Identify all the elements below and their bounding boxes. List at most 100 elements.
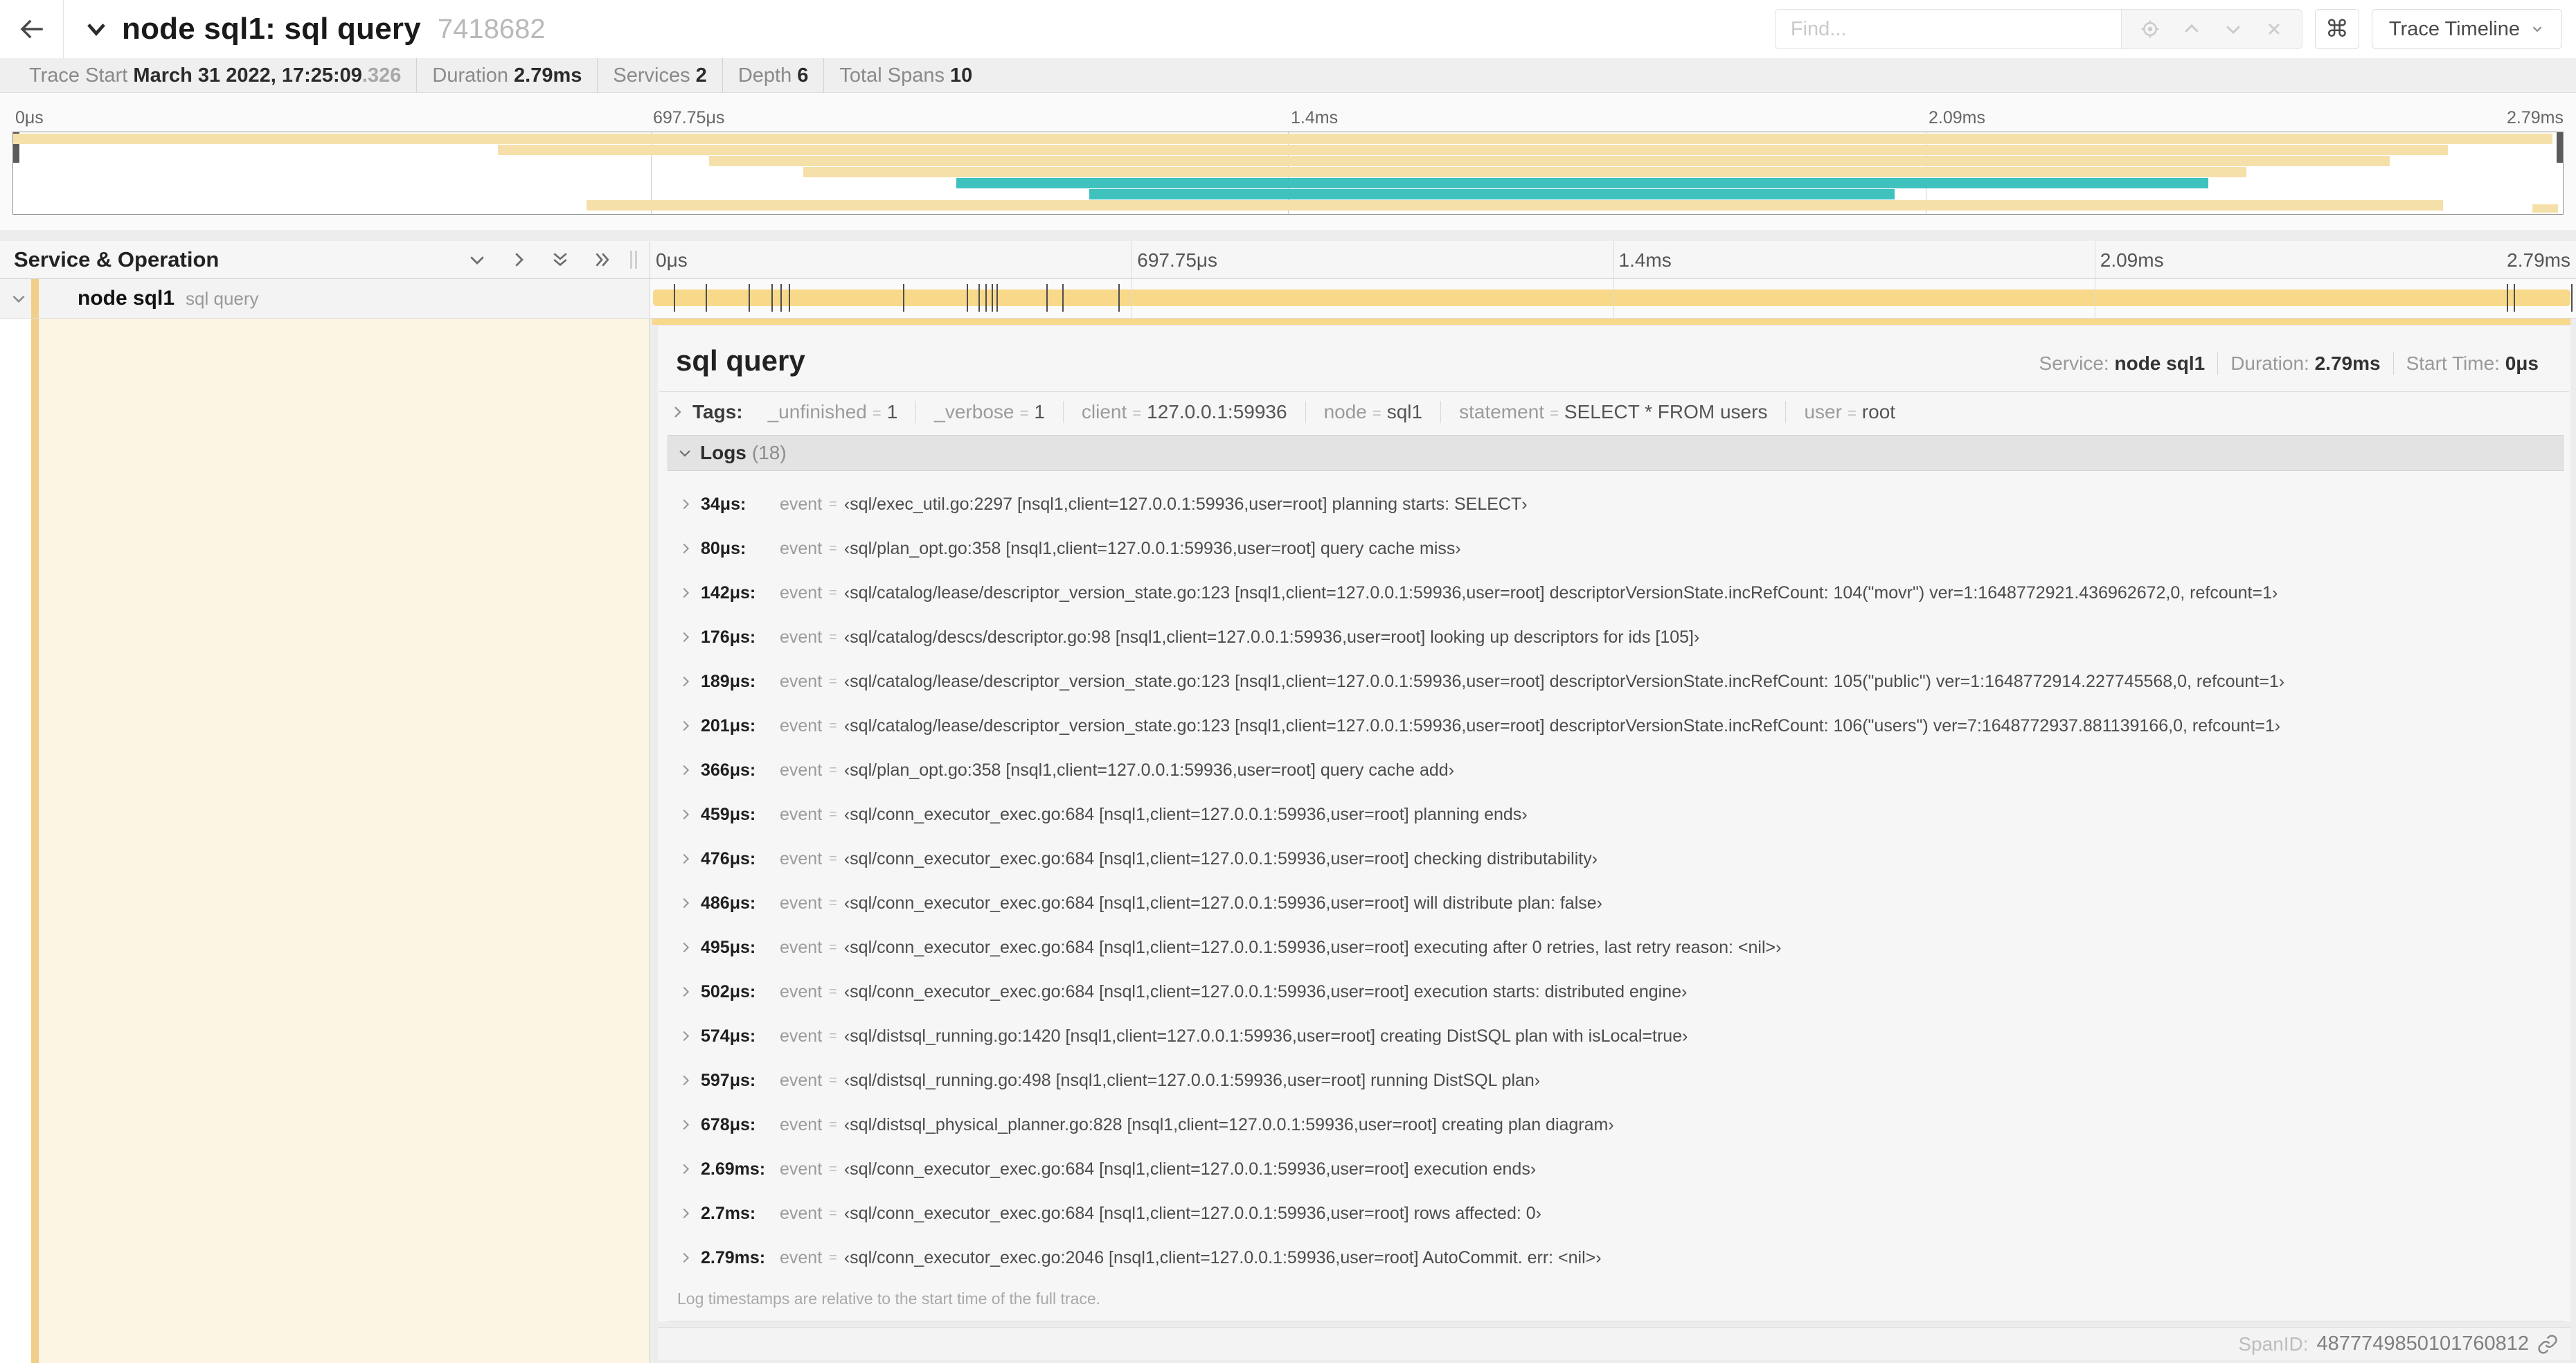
link-icon[interactable] <box>2537 1334 2558 1355</box>
log-row[interactable]: 678μs: event = ‹sql/distsql_physical_pla… <box>670 1103 2564 1147</box>
logs-toggle-row[interactable]: Logs (18) <box>668 435 2564 471</box>
chevron-right-icon <box>670 1028 701 1044</box>
span-detail-header: sql query Service: node sql1 Duration: 2.… <box>658 326 2570 391</box>
log-row[interactable]: 201μs: event = ‹sql/catalog/lease/descri… <box>670 704 2564 748</box>
minimap-canvas[interactable] <box>12 132 2564 215</box>
log-row[interactable]: 459μs: event = ‹sql/conn_executor_exec.g… <box>670 792 2564 837</box>
tag-chip: _verbose = 1 <box>915 401 1063 423</box>
log-row[interactable]: 34μs: event = ‹sql/exec_util.go:2297 [ns… <box>670 482 2564 526</box>
log-field-value: ‹sql/exec_util.go:2297 [nsql1,client=127… <box>843 494 1528 514</box>
log-field-value: ‹sql/conn_executor_exec.go:684 [nsql1,cl… <box>843 1203 1542 1223</box>
clear-search-icon[interactable] <box>2264 19 2284 39</box>
summary-item: Trace Start March 31 2022, 17:25:09.326 <box>29 64 402 87</box>
equals-sign: = <box>1019 404 1029 422</box>
log-row[interactable]: 574μs: event = ‹sql/distsql_running.go:1… <box>670 1014 2564 1058</box>
span-row-track[interactable] <box>650 279 2576 318</box>
log-row[interactable]: 189μs: event = ‹sql/catalog/lease/descri… <box>670 659 2564 704</box>
log-row[interactable]: 142μs: event = ‹sql/catalog/lease/descri… <box>670 571 2564 615</box>
log-marker-tick <box>780 284 782 312</box>
log-marker-tick <box>789 284 791 312</box>
log-field-value: ‹sql/conn_executor_exec.go:684 [nsql1,cl… <box>843 981 1688 1001</box>
log-row[interactable]: 366μs: event = ‹sql/plan_opt.go:358 [nsq… <box>670 748 2564 792</box>
log-row[interactable]: 495μs: event = ‹sql/conn_executor_exec.g… <box>670 925 2564 970</box>
log-field-key: event <box>780 1159 823 1179</box>
span-row[interactable]: node sql1 sql query <box>0 279 2576 319</box>
log-field-value: ‹sql/conn_executor_exec.go:2046 [nsql1,c… <box>843 1247 1602 1267</box>
log-timestamp: 597μs: <box>701 1070 756 1090</box>
trace-view-dropdown[interactable]: Trace Timeline <box>2371 9 2562 49</box>
log-field-value: ‹sql/catalog/lease/descriptor_version_st… <box>843 582 2278 603</box>
column-resizer-handle[interactable] <box>630 251 637 269</box>
log-row[interactable]: 2.69ms: event = ‹sql/conn_executor_exec.… <box>670 1147 2564 1191</box>
log-row[interactable]: 502μs: event = ‹sql/conn_executor_exec.g… <box>670 970 2564 1014</box>
log-field-key: event <box>780 1247 823 1267</box>
minimap-tick-label: 2.79ms <box>2507 108 2564 127</box>
log-field-key: event <box>780 671 823 691</box>
expand-all-icon[interactable] <box>591 249 612 270</box>
log-list: 34μs: event = ‹sql/exec_util.go:2297 [ns… <box>668 471 2564 1280</box>
selected-row-wash <box>39 319 649 1363</box>
summary-item: Depth 6 <box>722 57 824 93</box>
log-field-value: ‹sql/plan_opt.go:358 [nsql1,client=127.0… <box>843 760 1455 780</box>
log-field-value: ‹sql/catalog/lease/descriptor_version_st… <box>843 671 2285 691</box>
expand-one-icon[interactable] <box>508 249 529 270</box>
spanid-label: SpanID: <box>2238 1333 2309 1355</box>
timeline-tick-label: 2.79ms <box>2507 249 2570 271</box>
timeline-gridline <box>1613 241 1614 278</box>
tag-chip: node = sql1 <box>1305 401 1441 423</box>
log-row[interactable]: 2.7ms: event = ‹sql/conn_executor_exec.g… <box>670 1191 2564 1236</box>
chevron-down-icon[interactable] <box>10 289 28 308</box>
summary-item: Total Spans 10 <box>823 57 987 93</box>
logs-label: Logs <box>700 442 746 463</box>
log-timestamp: 176μs: <box>701 627 756 647</box>
equals-sign: = <box>1132 404 1142 422</box>
timeline-header-row: Service & Operation 0μs 697.75μs 1.4ms 2.09… <box>0 241 2576 279</box>
log-row[interactable]: 2.79ms: event = ‹sql/conn_executor_exec.… <box>670 1236 2564 1280</box>
back-button[interactable] <box>0 0 64 58</box>
log-row[interactable]: 476μs: event = ‹sql/conn_executor_exec.g… <box>670 837 2564 881</box>
previous-result-icon[interactable] <box>2181 19 2202 39</box>
tag-value: 1 <box>886 401 898 422</box>
log-row[interactable]: 80μs: event = ‹sql/plan_opt.go:358 [nsql… <box>670 526 2564 571</box>
log-field-key: event <box>780 804 823 824</box>
chevron-right-icon <box>670 1206 701 1221</box>
chevron-down-icon[interactable] <box>83 16 109 42</box>
log-field-value: ‹sql/catalog/lease/descriptor_version_st… <box>843 715 2281 736</box>
log-marker-tick <box>996 284 999 312</box>
next-result-icon[interactable] <box>2223 19 2244 39</box>
tag-value: 1 <box>1034 401 1045 422</box>
find-group <box>1774 9 2302 49</box>
log-row[interactable]: 176μs: event = ‹sql/catalog/descs/descri… <box>670 615 2564 659</box>
search-input[interactable] <box>1774 9 2121 49</box>
viewport-right-handle[interactable] <box>2557 132 2563 163</box>
equals-sign: = <box>872 404 882 422</box>
tag-chip: user = root <box>1785 401 1913 423</box>
log-marker-tick <box>1118 284 1120 312</box>
log-marker-tick <box>967 284 969 312</box>
log-row[interactable]: 486μs: event = ‹sql/conn_executor_exec.g… <box>670 881 2564 925</box>
collapse-one-icon[interactable] <box>467 249 488 270</box>
log-timestamp: 495μs: <box>701 937 756 957</box>
span-bar[interactable] <box>653 289 2570 306</box>
chevron-right-icon <box>670 851 701 866</box>
collapse-all-icon[interactable] <box>550 249 571 270</box>
log-row[interactable]: 597μs: event = ‹sql/distsql_running.go:4… <box>670 1058 2564 1103</box>
locate-icon[interactable] <box>2140 19 2161 39</box>
tag-chip: statement = SELECT * FROM users <box>1440 401 1785 423</box>
log-timestamp: 34μs: <box>701 494 746 514</box>
log-field-key: event <box>780 1114 823 1134</box>
keyboard-shortcuts-button[interactable]: ⌘ <box>2314 9 2359 49</box>
timeline-tick-label: 697.75μs <box>1137 249 1218 271</box>
summary-item: Duration 2.79ms <box>416 57 597 93</box>
tags-toggle-row[interactable]: Tags: _unfinished = 1 _verbose = 1 client = 127.… <box>658 392 2570 432</box>
equals-sign: = <box>1372 404 1381 422</box>
equals-sign: = <box>829 718 837 733</box>
equals-sign: = <box>829 850 837 866</box>
span-row-name-cell[interactable]: node sql1 sql query <box>0 279 650 318</box>
log-timestamp: 366μs: <box>701 760 756 780</box>
timeline-gridline <box>1613 279 1614 318</box>
span-service-name: node sql1 <box>78 287 175 310</box>
column-title: Service & Operation <box>14 247 220 271</box>
log-timestamp: 502μs: <box>701 981 756 1001</box>
equals-sign: = <box>829 983 837 999</box>
